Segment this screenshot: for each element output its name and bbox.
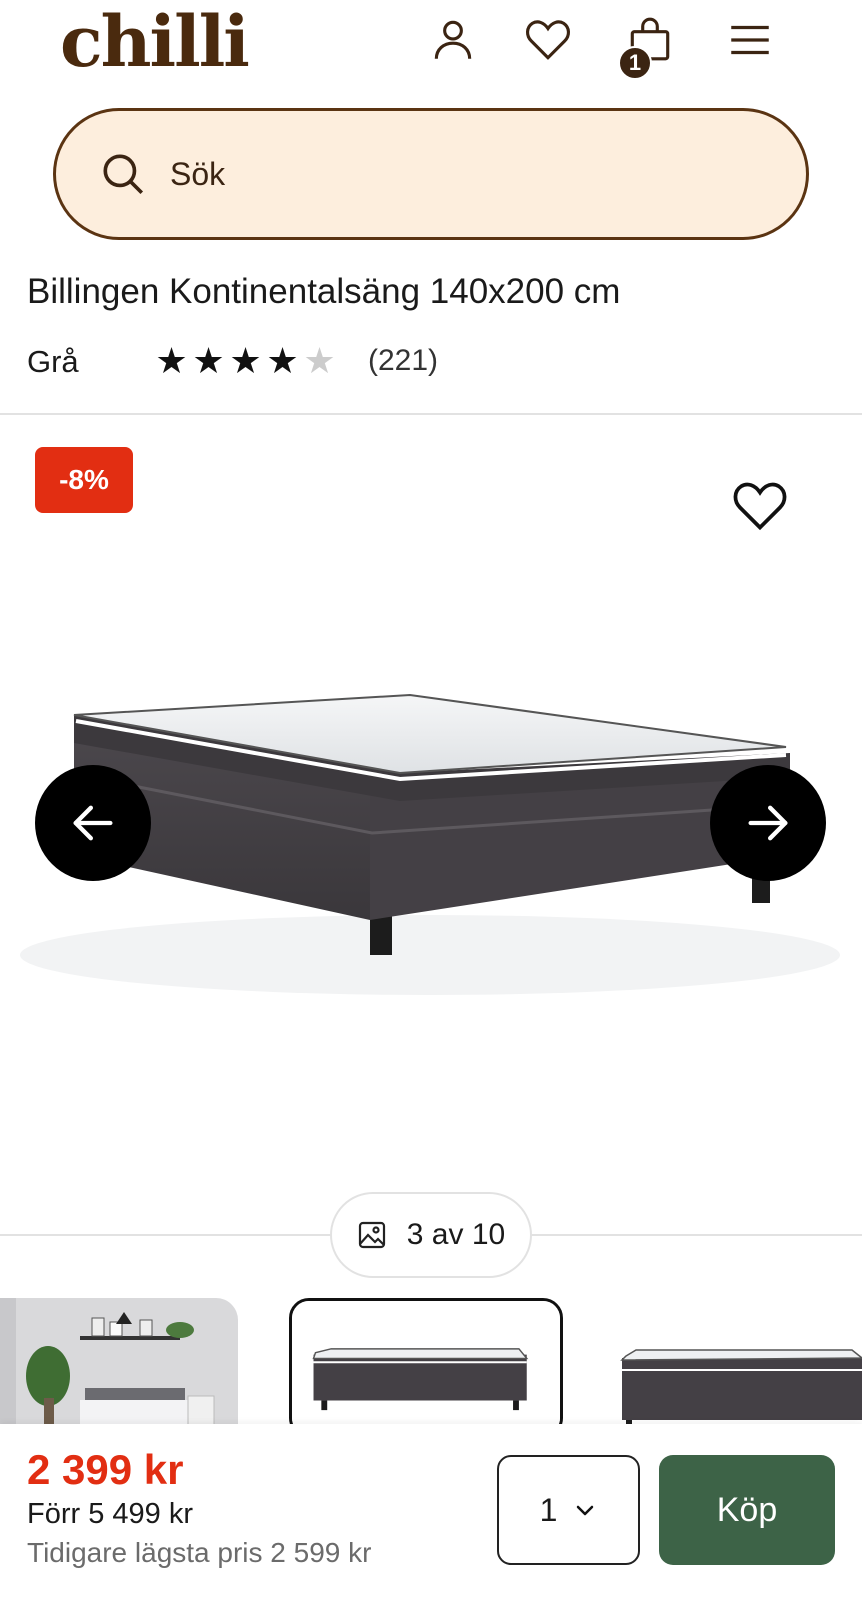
chevron-down-icon — [577, 1505, 594, 1516]
menu-icon — [731, 25, 769, 55]
product-gallery: -8% — [0, 415, 862, 1205]
thumbnail-room[interactable] — [0, 1298, 238, 1424]
search-input[interactable]: Sök — [53, 108, 809, 240]
thumbnail-strip — [0, 1298, 862, 1424]
star-filled-icon: ★ — [155, 340, 188, 381]
quantity-select[interactable]: 1 — [497, 1455, 640, 1565]
menu-button[interactable] — [722, 12, 778, 68]
current-price: 2 399 kr — [27, 1446, 184, 1493]
quantity-value: 1 — [539, 1491, 558, 1528]
site-header: chilli 1 — [0, 0, 862, 96]
rating-stars[interactable]: ★ ★ ★ ★ ★ — [153, 342, 338, 380]
product-title: Billingen Kontinentalsäng 140x200 cm — [27, 272, 621, 311]
thumbnail-bed-selected[interactable] — [289, 1298, 563, 1424]
user-icon — [434, 20, 472, 59]
previous-image-button[interactable] — [35, 765, 151, 881]
cart-count-badge: 1 — [618, 46, 652, 80]
review-count[interactable]: (221) — [368, 344, 438, 378]
search-placeholder: Sök — [170, 155, 226, 192]
previous-price: Förr 5 499 kr — [27, 1498, 193, 1530]
account-button[interactable] — [425, 12, 481, 68]
product-meta: Grå ★ ★ ★ ★ ★ (221) — [27, 342, 847, 382]
next-image-button[interactable] — [710, 765, 826, 881]
arrow-right-icon — [748, 805, 788, 841]
star-filled-icon: ★ — [192, 340, 225, 381]
star-filled-icon: ★ — [266, 340, 299, 381]
discount-badge: -8% — [35, 447, 133, 513]
thumbnail-bed-image — [292, 1301, 560, 1424]
purchase-bar: 2 399 kr Förr 5 499 kr Tidigare lägsta p… — [0, 1424, 862, 1600]
image-counter-text: 3 av 10 — [406, 1218, 506, 1251]
product-color: Grå — [27, 344, 79, 379]
lowest-previous-price: Tidigare lägsta pris 2 599 kr — [27, 1537, 372, 1568]
add-to-wishlist-button[interactable] — [730, 477, 796, 537]
heart-icon — [525, 20, 571, 60]
arrow-left-icon — [73, 805, 113, 841]
thumbnail-bed-front-image — [612, 1298, 862, 1424]
thumbnail-bed-front[interactable] — [612, 1298, 862, 1424]
image-icon — [358, 1221, 385, 1249]
buy-button[interactable]: Köp — [659, 1455, 835, 1565]
thumbnail-room-image — [0, 1298, 238, 1424]
chilli-logo[interactable]: chilli — [60, 2, 250, 82]
star-filled-icon: ★ — [229, 340, 262, 381]
wishlist-button[interactable] — [520, 12, 576, 68]
heart-icon — [733, 482, 787, 531]
star-empty-icon: ★ — [303, 340, 336, 381]
search-icon — [103, 154, 144, 195]
image-counter[interactable]: 3 av 10 — [330, 1192, 532, 1278]
